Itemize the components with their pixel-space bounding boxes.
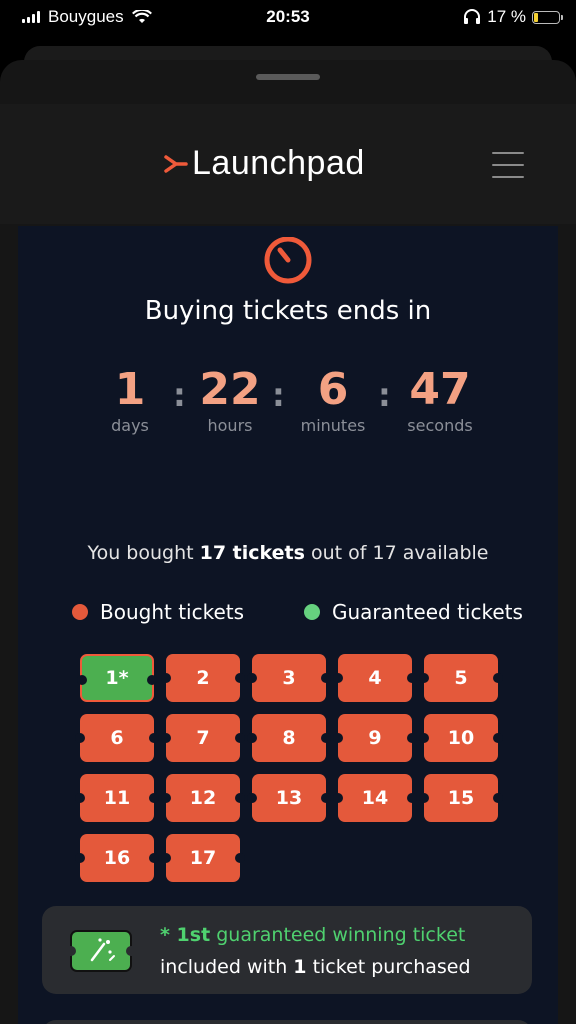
ticket[interactable]: 5 [419,654,503,702]
ticket-panel: Buying tickets ends in 1 days : 22 hours… [18,226,558,1024]
guarantee-line2-count: 1 [293,956,307,978]
ticket[interactable]: 16 [75,834,159,882]
guarantee-line1-text: guaranteed winning ticket [210,924,466,946]
ticket[interactable]: 14 [333,774,417,822]
status-right: 17 % [463,7,576,27]
guarantee-line2-suffix: ticket purchased [306,956,471,978]
countdown-seconds: 47 seconds [400,364,480,436]
ticket[interactable]: 15 [419,774,503,822]
countdown-minutes-value: 6 [317,364,349,415]
sheet-drag-handle[interactable] [256,74,320,80]
countdown-seconds-label: seconds [407,416,473,435]
guarantee-text-line1: * 1st guaranteed winning ticket [160,924,465,946]
guaranteed-ticket-icon [70,930,132,972]
guaranteed-dot-icon [304,604,320,620]
guarantee-text-line2: included with 1 ticket purchased [160,956,471,978]
headphones-icon [464,9,481,24]
ticket[interactable]: 11 [75,774,159,822]
countdown-days: 1 days [104,364,156,436]
ticket[interactable]: 7 [161,714,245,762]
ticket[interactable]: 3 [247,654,331,702]
info-card [42,1020,532,1024]
bought-dot-icon [72,604,88,620]
countdown-separator: : [272,376,285,414]
legend-guaranteed-label: Guaranteed tickets [332,600,523,624]
countdown-days-label: days [111,416,149,435]
countdown-hours-label: hours [207,416,253,435]
ticket[interactable]: 12 [161,774,245,822]
countdown: 1 days : 22 hours : 6 minutes : 47 secon… [18,364,558,444]
ticket[interactable]: 8 [247,714,331,762]
ticket[interactable]: 6 [75,714,159,762]
tickets-bought-summary: You bought 17 tickets out of 17 availabl… [18,542,558,564]
bottom-sheet: Launchpad Buying tickets ends in 1 days … [0,60,576,1024]
logo-mark-icon [164,154,188,173]
ticket-guaranteed[interactable]: 1* [77,654,157,702]
status-left: Bouygues [0,7,152,27]
carrier-name: Bouygues [48,7,124,26]
ticket-legend: Bought tickets Guaranteed tickets [72,600,542,628]
ticket[interactable]: 13 [247,774,331,822]
ticket[interactable]: 2 [161,654,245,702]
cellular-signal-icon [22,11,40,23]
guaranteed-ticket-info: * 1st guaranteed winning ticket included… [42,906,532,994]
countdown-separator: : [173,376,186,414]
legend-bought: Bought tickets [72,600,244,624]
logo-text: Launchpad [192,144,365,182]
countdown-title: Buying tickets ends in [144,296,432,326]
battery-icon [532,10,563,24]
wifi-icon [131,10,152,23]
legend-guaranteed: Guaranteed tickets [304,600,523,624]
ticket[interactable]: 10 [419,714,503,762]
launchpad-logo[interactable]: Launchpad [164,144,365,183]
guarantee-ordinal: * 1st [160,924,211,946]
summary-count: 17 tickets [199,542,305,564]
ticket[interactable]: 9 [333,714,417,762]
legend-bought-label: Bought tickets [100,600,245,624]
countdown-separator: : [378,376,391,414]
summary-suffix: out of 17 available [304,542,489,564]
hamburger-menu-icon[interactable] [492,152,524,178]
countdown-minutes: 6 minutes [296,364,370,436]
countdown-seconds-value: 47 [409,364,471,415]
countdown-minutes-label: minutes [300,416,366,435]
countdown-hours-value: 22 [199,364,261,415]
stopwatch-icon [264,232,312,284]
guarantee-line2-prefix: included with [160,956,294,978]
ticket-grid: 1* 2 3 4 5 6 7 8 9 10 11 12 13 14 15 16 17 [75,654,510,884]
battery-percent: 17 % [487,7,526,26]
ticket[interactable]: 17 [161,834,245,882]
summary-prefix: You bought [87,542,200,564]
countdown-hours: 22 hours [196,364,264,436]
status-bar: Bouygues 20:53 17 % [0,0,576,34]
countdown-days-value: 1 [114,364,146,415]
ticket[interactable]: 4 [333,654,417,702]
